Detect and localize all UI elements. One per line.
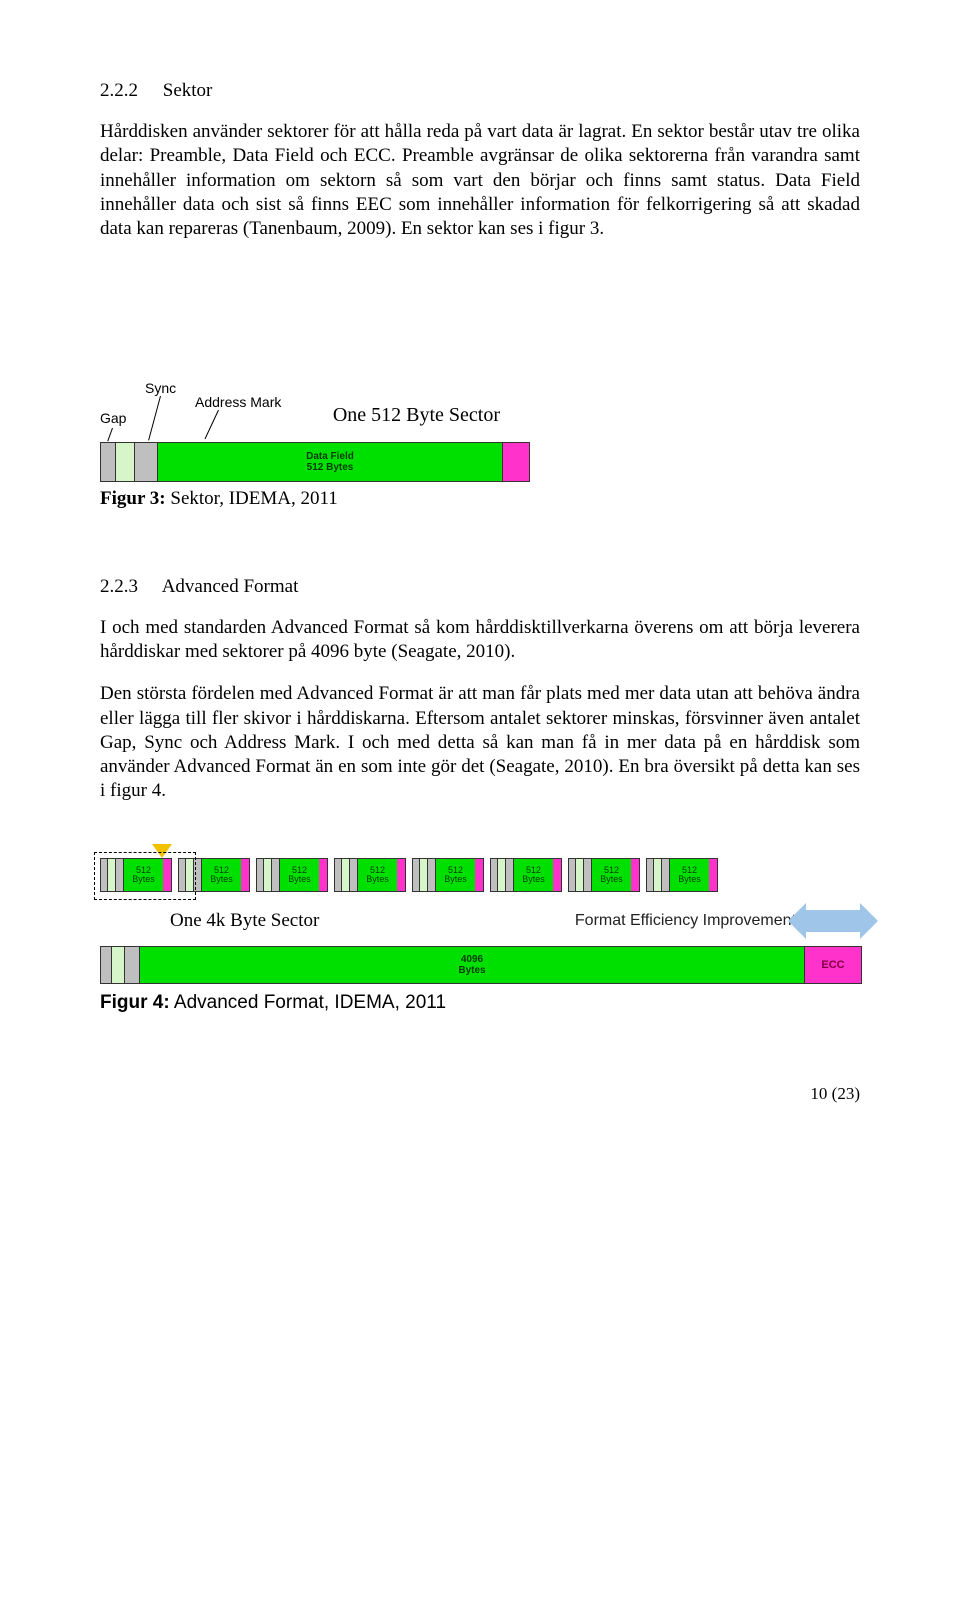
figure-3: Gap Sync Address Mark One 512 Byte Secto… — [100, 380, 860, 510]
fig4-mini-sector: 512Bytes — [568, 858, 640, 892]
fig3-sector-bar: Data Field 512 Bytes — [100, 442, 530, 482]
fig3-address-label: Address Mark — [195, 394, 281, 410]
fig4-left-title: One 4k Byte Sector — [170, 910, 319, 932]
page-number: 10 (23) — [100, 1084, 860, 1104]
fig4-right-title: Format Efficiency Improvement — [575, 912, 796, 930]
fig4-ecc-segment: ECC — [805, 947, 861, 983]
section-title: Sektor — [163, 80, 213, 101]
fig4-gap-segment — [101, 947, 112, 983]
section-number: 2.2.2 — [100, 80, 158, 102]
fig3-sync-label: Sync — [145, 380, 176, 396]
fig4-mini-sector: 512Bytes — [490, 858, 562, 892]
fig4-mini-sector: 512Bytes — [334, 858, 406, 892]
fig3-ecc-segment — [503, 443, 529, 481]
fig4-data-segment: 4096 Bytes — [140, 947, 805, 983]
fig4-4k-sector-bar: 4096 Bytes ECC — [100, 946, 862, 984]
figure-4: 512Bytes 512Bytes 512Bytes 512Bytes 512B… — [100, 858, 860, 1014]
section-number: 2.2.3 — [100, 576, 158, 598]
fig3-gap-label: Gap — [100, 410, 126, 426]
section-2-2-2-paragraph: Hårddisken använder sektorer för att hål… — [100, 120, 860, 242]
fig3-data-segment: Data Field 512 Bytes — [158, 443, 503, 481]
section-2-2-3-paragraph-2: Den största fördelen med Advanced Format… — [100, 682, 860, 804]
fig4-mini-sector: 512Bytes — [256, 858, 328, 892]
figure-4-caption: Figur 4: Advanced Format, IDEMA, 2011 — [100, 992, 860, 1014]
fig3-title: One 512 Byte Sector — [333, 404, 500, 427]
double-arrow-icon — [806, 910, 860, 932]
fig3-address-segment — [135, 443, 158, 481]
figure-3-caption: Figur 3: Sektor, IDEMA, 2011 — [100, 488, 860, 510]
fig4-512-row: 512Bytes 512Bytes 512Bytes 512Bytes 512B… — [100, 858, 860, 892]
fig3-gap-segment — [101, 443, 116, 481]
fig4-right-title-group: Format Efficiency Improvement — [575, 910, 860, 932]
fig4-mid-row: One 4k Byte Sector Format Efficiency Imp… — [100, 910, 860, 932]
fig4-address-segment — [125, 947, 140, 983]
fig4-mini-sector: 512Bytes — [646, 858, 718, 892]
fig4-mini-sector: 512Bytes — [412, 858, 484, 892]
dashed-highlight-box — [94, 852, 196, 900]
fig3-sync-segment — [116, 443, 135, 481]
section-2-2-3-heading: 2.2.3 Advanced Format — [100, 576, 860, 598]
fig4-sync-segment — [112, 947, 125, 983]
section-2-2-3-paragraph-1: I och med standarden Advanced Format så … — [100, 616, 860, 665]
section-2-2-2-heading: 2.2.2 Sektor — [100, 80, 860, 102]
section-title: Advanced Format — [162, 576, 299, 597]
